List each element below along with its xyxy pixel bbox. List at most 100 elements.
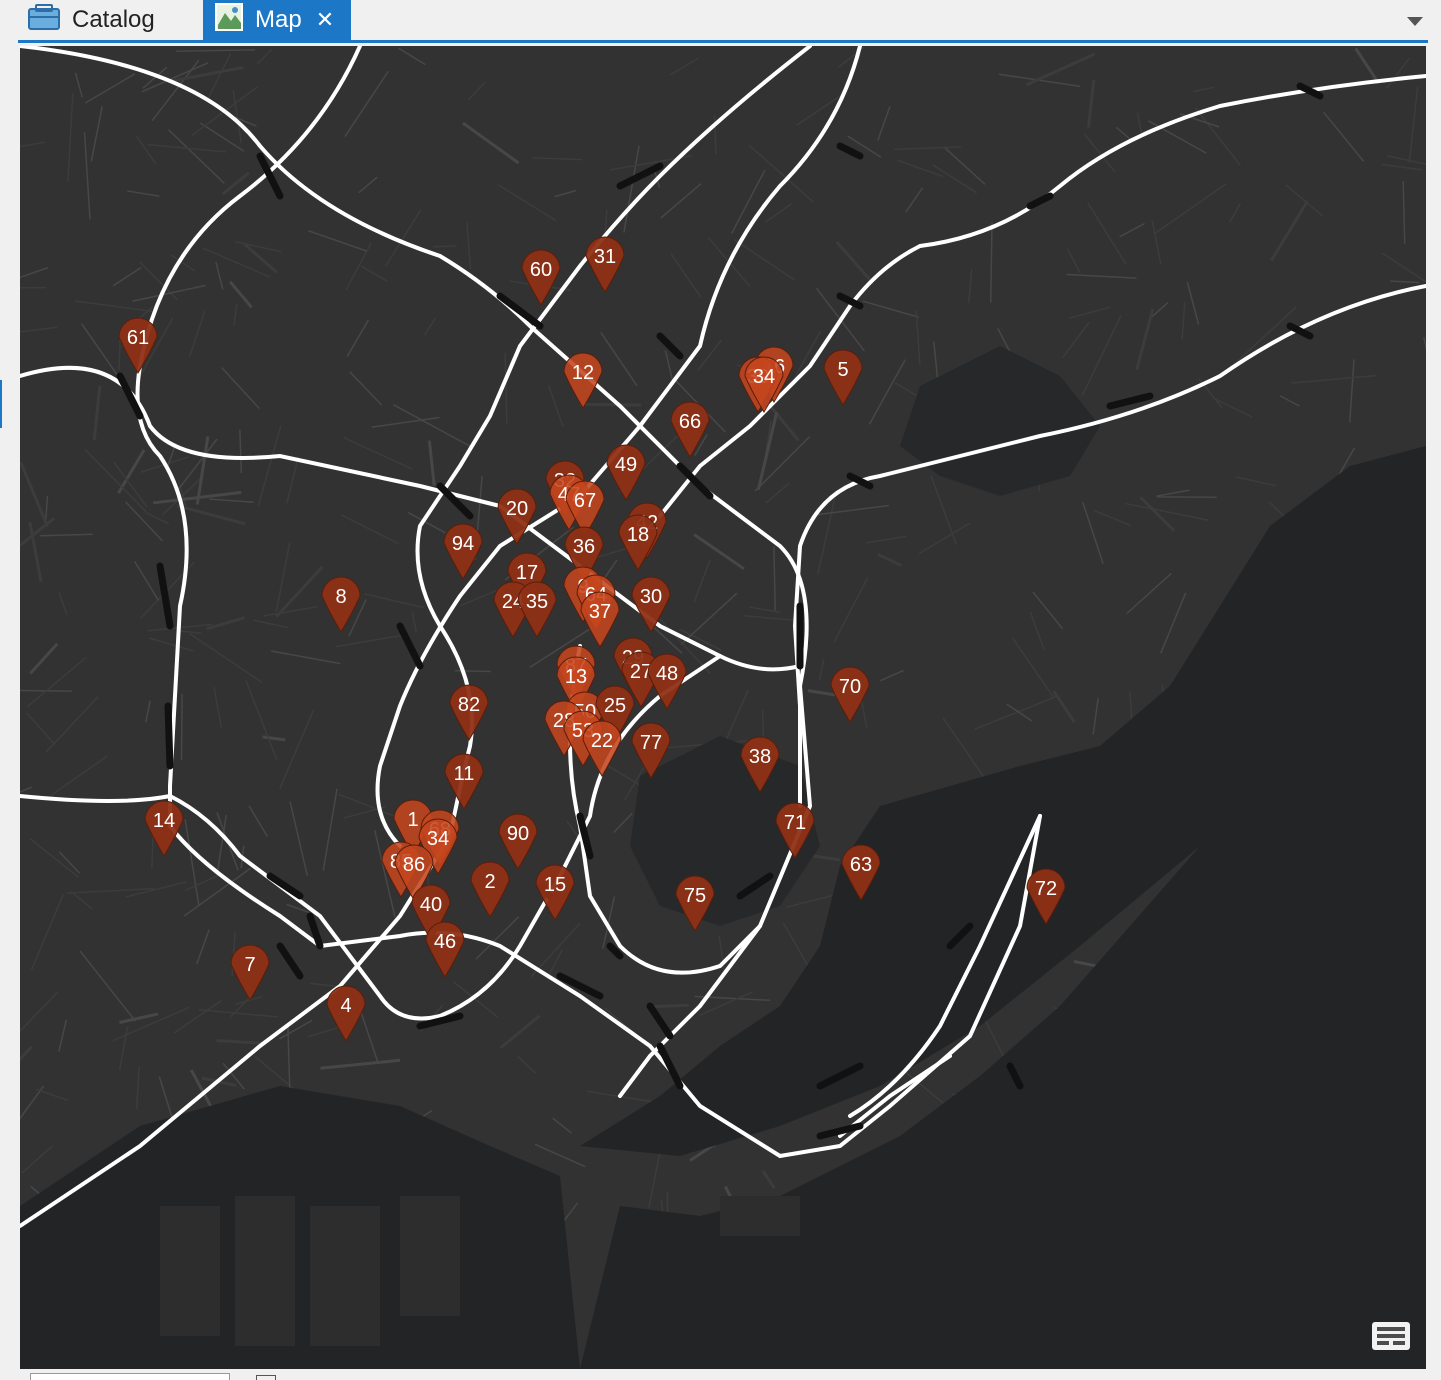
street bbox=[1230, 203, 1241, 222]
marker-label: 34 bbox=[753, 366, 775, 388]
tab-catalog[interactable]: Catalog bbox=[28, 0, 198, 40]
map-marker-61[interactable]: 61 bbox=[119, 318, 157, 373]
close-icon[interactable]: ✕ bbox=[316, 9, 334, 31]
street bbox=[350, 372, 382, 405]
basemap-river bbox=[900, 346, 1100, 496]
street bbox=[1141, 497, 1174, 530]
map-marker-94[interactable]: 94 bbox=[444, 524, 482, 579]
street bbox=[126, 502, 163, 541]
street bbox=[969, 269, 972, 303]
chevron-down-icon[interactable] bbox=[1407, 14, 1423, 32]
street bbox=[783, 922, 811, 971]
basemap-coast-west bbox=[20, 1086, 580, 1369]
street bbox=[933, 165, 977, 193]
street bbox=[59, 592, 67, 615]
marker-label: 40 bbox=[420, 894, 442, 916]
street bbox=[863, 301, 919, 317]
street bbox=[694, 560, 710, 602]
map-marker-14[interactable]: 14 bbox=[145, 801, 183, 856]
map-marker-12[interactable]: 12 bbox=[564, 353, 602, 408]
map-marker-60[interactable]: 60 bbox=[522, 250, 560, 305]
marker-label: 70 bbox=[839, 676, 861, 698]
map-marker-75[interactable]: 75 bbox=[676, 876, 714, 931]
map-marker-22[interactable]: 22 bbox=[583, 721, 621, 776]
street bbox=[1093, 698, 1098, 735]
map-marker-70[interactable]: 70 bbox=[831, 667, 869, 722]
map-marker-5[interactable]: 5 bbox=[824, 350, 862, 405]
street bbox=[190, 634, 262, 683]
street bbox=[555, 191, 576, 197]
street bbox=[71, 891, 93, 909]
street bbox=[185, 875, 219, 891]
marker-label: 25 bbox=[604, 695, 626, 717]
marker-label: 67 bbox=[574, 490, 596, 512]
map-marker-37[interactable]: 37 bbox=[581, 592, 619, 647]
street bbox=[20, 1086, 44, 1126]
street bbox=[1161, 593, 1186, 653]
map-marker-11[interactable]: 11 bbox=[445, 754, 483, 809]
map-view[interactable]: 6031611216393456649324767204218943617964… bbox=[20, 46, 1426, 1369]
basemap-gallery-icon[interactable] bbox=[1370, 1318, 1412, 1354]
map-marker-90[interactable]: 90 bbox=[499, 814, 537, 869]
map-marker-31[interactable]: 31 bbox=[586, 237, 624, 292]
map-marker-46[interactable]: 46 bbox=[426, 922, 464, 977]
street bbox=[1409, 86, 1417, 162]
street bbox=[209, 499, 253, 502]
marker-label: 61 bbox=[127, 327, 149, 349]
map-marker-2[interactable]: 2 bbox=[471, 862, 509, 917]
street bbox=[178, 506, 246, 524]
street bbox=[468, 82, 485, 100]
street bbox=[119, 339, 120, 370]
street bbox=[467, 223, 471, 269]
tab-map-label: Map bbox=[255, 6, 302, 34]
street bbox=[361, 266, 387, 281]
marker-label: 36 bbox=[573, 536, 595, 558]
map-marker-4[interactable]: 4 bbox=[327, 986, 365, 1041]
street bbox=[68, 93, 73, 181]
map-marker-66[interactable]: 66 bbox=[671, 402, 709, 457]
street bbox=[671, 58, 698, 74]
street bbox=[1390, 281, 1419, 282]
map-marker-35[interactable]: 35 bbox=[518, 582, 556, 637]
street bbox=[280, 710, 314, 789]
street bbox=[234, 304, 237, 326]
map-marker-82[interactable]: 82 bbox=[450, 685, 488, 740]
marker-label: 94 bbox=[452, 533, 474, 555]
street bbox=[146, 701, 150, 723]
street bbox=[20, 142, 45, 146]
street bbox=[1350, 359, 1354, 422]
street bbox=[216, 1041, 260, 1044]
street bbox=[30, 644, 57, 674]
street bbox=[715, 115, 716, 155]
street bbox=[880, 670, 903, 680]
map-marker-34[interactable]: 34 bbox=[745, 357, 783, 412]
map-marker-20[interactable]: 20 bbox=[498, 489, 536, 544]
status-toggle[interactable] bbox=[256, 1375, 276, 1380]
street bbox=[347, 320, 368, 356]
street bbox=[1137, 113, 1141, 133]
street bbox=[21, 462, 48, 526]
map-marker-7[interactable]: 7 bbox=[231, 945, 269, 1000]
street bbox=[433, 246, 456, 247]
street bbox=[624, 146, 639, 233]
street bbox=[218, 815, 227, 872]
street bbox=[681, 593, 737, 645]
street bbox=[429, 441, 434, 486]
street bbox=[1083, 502, 1103, 564]
street bbox=[230, 282, 251, 308]
street bbox=[1148, 121, 1206, 154]
street bbox=[906, 188, 923, 212]
street bbox=[345, 71, 388, 136]
tab-map[interactable]: Map ✕ bbox=[203, 0, 351, 40]
street bbox=[878, 106, 890, 140]
street bbox=[1088, 203, 1127, 265]
street bbox=[85, 132, 90, 219]
street bbox=[650, 1005, 689, 1006]
street bbox=[258, 425, 281, 506]
map-marker-49[interactable]: 49 bbox=[607, 445, 645, 500]
map-marker-18[interactable]: 18 bbox=[619, 515, 657, 570]
street bbox=[1126, 504, 1209, 521]
street bbox=[1324, 112, 1364, 161]
street bbox=[1382, 253, 1426, 286]
street bbox=[944, 147, 985, 184]
